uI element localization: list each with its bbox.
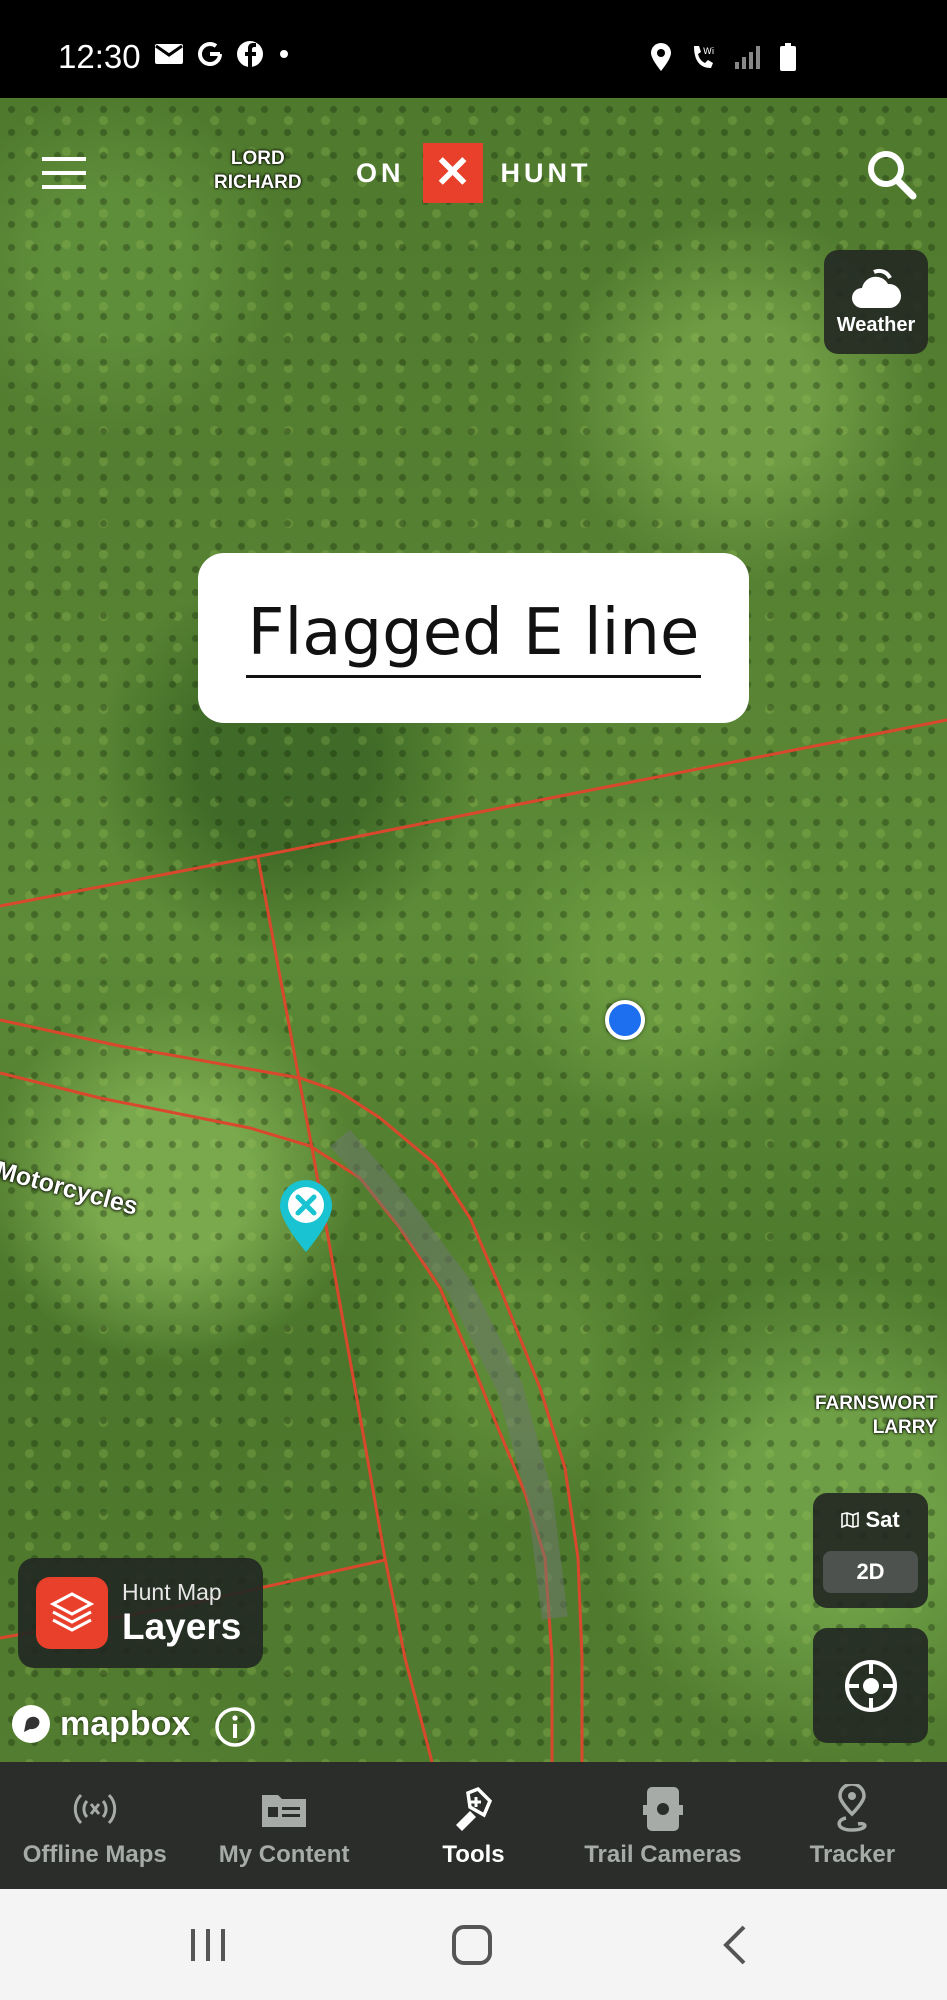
property-label-lord-richard: LORD RICHARD [214, 147, 302, 195]
layers-icon [36, 1577, 108, 1649]
info-icon[interactable] [214, 1706, 256, 1748]
google-icon [198, 42, 222, 66]
logo-on-text: ON [356, 157, 405, 188]
wifi-calling-icon: Wi [694, 46, 714, 68]
status-system-icons: Wi [649, 42, 797, 72]
weather-label: Weather [836, 313, 916, 336]
property-boundaries [0, 718, 947, 1762]
property-label-line: LORD [230, 148, 285, 169]
folder-icon [262, 1794, 307, 1827]
property-label-line: LARRY [872, 1417, 938, 1438]
property-label-farnsworth-larry: FARNSWORT LARRY [815, 1392, 937, 1440]
onx-hunt-logo: ON ✕ HUNT [356, 143, 592, 203]
nav-trail-cameras[interactable]: Trail Cameras [568, 1762, 757, 1889]
location-icon [651, 43, 671, 71]
search-icon[interactable] [865, 148, 917, 200]
svg-text:Wi: Wi [703, 47, 714, 57]
battery-icon [780, 43, 796, 71]
locate-button[interactable] [813, 1628, 928, 1743]
waypoint-pin[interactable] [276, 1178, 336, 1254]
map-type-sat-label: Sat [865, 1507, 900, 1532]
mapbox-logo: mapbox [10, 1703, 190, 1745]
annotation-card: Flagged E line [198, 553, 749, 723]
recents-icon[interactable] [184, 1923, 232, 1967]
nav-label: Offline Maps [22, 1840, 167, 1868]
layers-title: Layers [122, 1605, 242, 1647]
nav-tools[interactable]: Tools [379, 1762, 568, 1889]
annotation-text: Flagged E line [245, 598, 702, 678]
map-canvas[interactable]: LORD RICHARD FARNSWORT LARRY Motorcycles [0, 98, 947, 1762]
trail-camera-icon [642, 1786, 683, 1831]
logo-hunt-text: HUNT [500, 157, 592, 188]
cloud-icon [852, 268, 902, 308]
weather-button[interactable]: Weather [824, 250, 928, 354]
tracker-icon [837, 1783, 867, 1832]
layers-button[interactable]: Hunt Map Layers [18, 1558, 263, 1668]
bottom-nav: Offline Maps My Content Tools Trail Came… [0, 1762, 947, 1889]
crosshair-icon [844, 1659, 897, 1712]
tools-icon [455, 1786, 492, 1831]
hamburger-menu-icon[interactable] [42, 157, 86, 189]
map-icon [841, 1511, 860, 1529]
nav-my-content[interactable]: My Content [189, 1762, 378, 1889]
status-time: 12:30 [58, 38, 141, 75]
map-mode-2d-button[interactable]: 2D [823, 1551, 918, 1593]
status-notifications [154, 40, 292, 68]
layers-subtitle: Hunt Map [122, 1578, 222, 1605]
nav-offline-maps[interactable]: Offline Maps [0, 1762, 189, 1889]
current-location-dot [605, 1000, 645, 1040]
status-bar: 12:30 Wi [0, 0, 947, 98]
logo-x-mark: ✕ [422, 143, 483, 203]
property-label-line: RICHARD [214, 172, 302, 193]
back-icon[interactable] [712, 1923, 760, 1967]
dot-icon [280, 50, 288, 58]
mail-icon [155, 44, 183, 64]
nav-tracker[interactable]: Tracker [758, 1762, 947, 1889]
home-icon[interactable] [448, 1923, 496, 1967]
system-navigation-bar [0, 1889, 947, 2000]
facebook-icon [237, 41, 263, 67]
nav-label: My Content [218, 1840, 350, 1868]
signal-icon [735, 46, 760, 69]
nav-label: Trail Cameras [584, 1840, 742, 1868]
nav-label: Tracker [809, 1840, 896, 1868]
property-label-line: FARNSWORT [815, 1393, 938, 1414]
mapbox-wordmark: mapbox [60, 1704, 191, 1743]
mapbox-icon [12, 1705, 50, 1743]
map-type-sat-button[interactable]: Sat [813, 1507, 928, 1533]
map-type-toggle: Sat 2D [813, 1493, 928, 1608]
nav-label: Tools [442, 1840, 505, 1868]
offline-maps-icon [73, 1793, 116, 1824]
